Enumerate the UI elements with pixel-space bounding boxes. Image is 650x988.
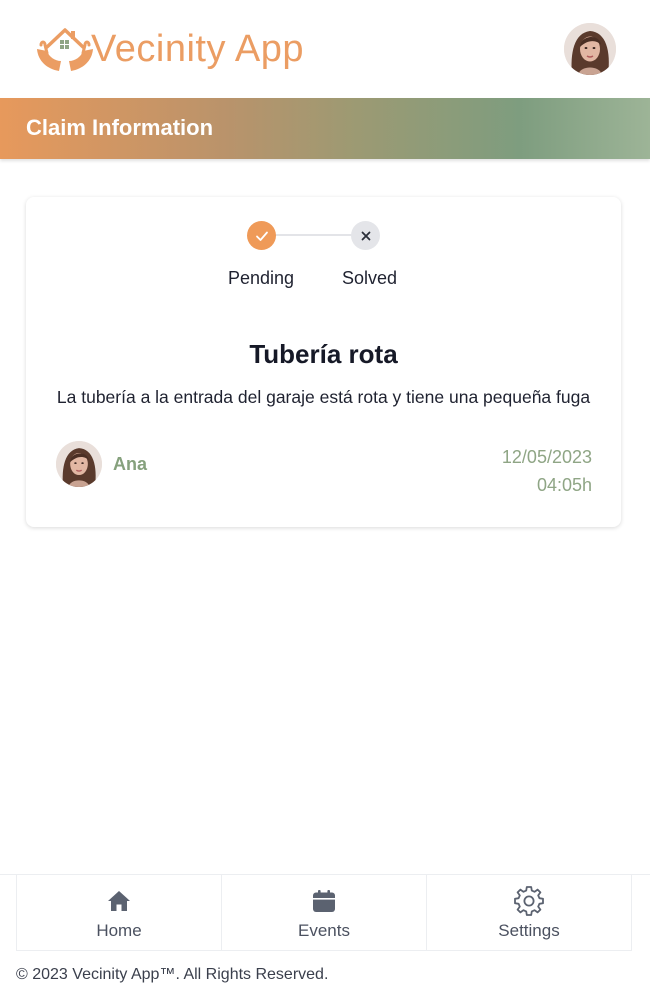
claim-timestamp: 12/05/2023 04:05h [502,443,592,499]
nav-events-label: Events [298,921,350,940]
nav-events[interactable]: Events [221,875,426,951]
nav-settings[interactable]: Settings [426,875,632,951]
step-label-solved: Solved [342,268,398,288]
step-pending [247,221,276,250]
calendar-icon [313,890,335,912]
stepper-connector [261,234,365,236]
check-icon [255,231,268,241]
close-icon [361,231,370,240]
page-banner: Claim Information [0,98,650,159]
claim-date: 12/05/2023 [501,447,592,467]
footer-copyright: © 2023 Vecinity App™. All Rights Reserve… [16,966,329,983]
app-header: Vecinity App [0,0,650,98]
app-logo[interactable]: Vecinity App [33,19,304,79]
app-name: Vecinity App [91,28,305,70]
claim-card: Pending Solved Tubería rota La tubería a… [26,197,621,527]
claim-time: 04:05h [536,475,592,495]
step-label-pending: Pending [228,268,295,288]
author-name: Ana [113,453,148,474]
claim-title: Tubería rota [249,339,398,369]
nav-home[interactable]: Home [16,875,221,951]
author-avatar [56,441,102,487]
bottom-nav: Home Events Settings [0,874,650,951]
gear-icon [514,886,544,916]
avatar-image [56,441,102,487]
nav-home-label: Home [96,921,142,940]
nav-settings-label: Settings [498,921,560,940]
home-icon [108,891,130,911]
page-title: Claim Information [26,115,214,140]
status-stepper: Pending Solved [26,197,621,307]
claim-author: Ana [56,441,147,487]
user-avatar[interactable] [564,23,616,75]
avatar-image [564,23,616,75]
house-hands-icon [37,28,93,71]
step-solved [351,221,380,250]
claim-description: La tubería a la entrada del garaje está … [56,387,591,407]
